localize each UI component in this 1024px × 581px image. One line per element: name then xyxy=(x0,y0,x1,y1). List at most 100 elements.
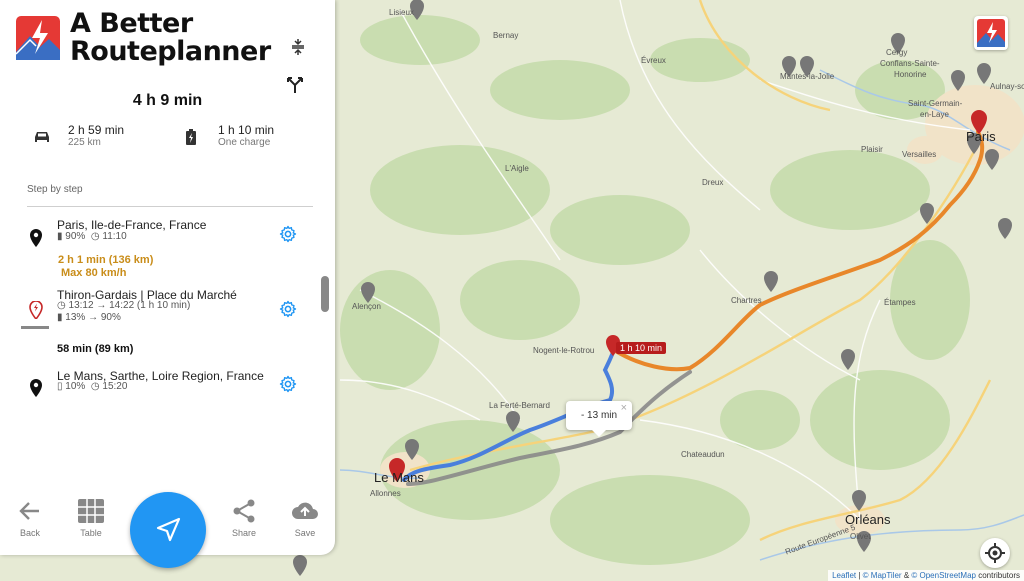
cloud-upload-icon xyxy=(292,502,318,519)
abrp-logo-icon xyxy=(15,16,60,60)
locate-me-button[interactable] xyxy=(980,538,1010,568)
leaflet-link[interactable]: Leaflet xyxy=(832,571,856,580)
save-label: Save xyxy=(294,528,316,538)
town-plaisir: Plaisir xyxy=(861,145,883,154)
drive-stat: 2 h 59 min 225 km xyxy=(33,124,124,149)
town-conflans: Conflans-Sainte- xyxy=(880,59,940,68)
town-allonnes: Allonnes xyxy=(370,489,401,498)
drive-time: 2 h 59 min xyxy=(68,123,125,137)
town-chartres: Chartres xyxy=(731,296,762,305)
brand-line-2: Routeplanner xyxy=(70,36,271,67)
step-by-step-label: Step by step xyxy=(27,184,83,195)
share-label: Share xyxy=(231,528,257,538)
brand-title: A Better Routeplanner xyxy=(70,10,271,66)
stop-destination-soc: 10% xyxy=(65,381,86,392)
stop-destination[interactable]: Le Mans, Sarthe, Loire Region, France ▯ … xyxy=(0,367,320,401)
drive-distance: 225 km xyxy=(68,137,101,148)
abrp-logo-icon xyxy=(977,19,1005,47)
charger-time-in: 13:12 xyxy=(68,300,94,311)
scrollbar-thumb[interactable] xyxy=(321,276,329,312)
town-laferte: La Ferté-Bernard xyxy=(489,401,550,410)
share-button[interactable]: Share xyxy=(219,498,269,538)
stop-charger[interactable]: Thiron-Gardais | Place du Marché ◷ 13:12… xyxy=(0,286,320,330)
gear-icon[interactable] xyxy=(279,225,297,243)
town-evreux: Évreux xyxy=(641,56,666,65)
town-saint-germain: Saint-Germain- xyxy=(908,99,963,108)
battery-icon: ▮ xyxy=(57,231,63,242)
town-mantes: Mantes-la-Jolie xyxy=(780,72,835,81)
town-laigle: L'Aigle xyxy=(505,164,529,173)
route-panel: A Better Routeplanner 4 h 9 min 2 h 59 m… xyxy=(0,0,335,555)
town-en-laye: en-Laye xyxy=(920,110,949,119)
stop-destination-time: 15:20 xyxy=(102,381,128,392)
leg-1-info: 2 h 1 min (136 km) Max 80 km/h xyxy=(58,254,153,280)
abrp-map-logo[interactable] xyxy=(974,16,1008,50)
battery-icon: ▮ xyxy=(57,312,63,323)
town-alencon: Alençon xyxy=(352,302,381,311)
stop-charger-soc: ▮ 13% → 90% xyxy=(57,312,121,323)
town-paris: Paris xyxy=(966,129,996,144)
collapse-button[interactable] xyxy=(290,38,306,61)
battery-icon: ▯ xyxy=(57,381,63,392)
stop-charger-times: ◷ 13:12 → 14:22 (1 h 10 min) xyxy=(57,300,191,311)
stop-destination-meta: ▯ 10% ◷ 15:20 xyxy=(57,381,127,392)
charger-time-out: 14:22 xyxy=(109,300,135,311)
table-button[interactable]: Table xyxy=(66,498,116,538)
brand-line-1: A Better xyxy=(70,8,193,39)
arrow-left-icon xyxy=(19,502,39,520)
charge-time: 1 h 10 min xyxy=(218,123,275,137)
location-pin-icon xyxy=(30,379,42,397)
town-lisieux: Lisieux xyxy=(389,8,414,17)
leg-1-speed: Max 80 km/h xyxy=(61,267,127,279)
table-label: Table xyxy=(80,528,102,538)
attribution-suffix: contributors xyxy=(978,571,1020,580)
map-attribution: Leaflet | © MapTiler & © OpenStreetMap c… xyxy=(828,570,1024,581)
charge-duration-label[interactable]: 1 h 10 min xyxy=(616,342,667,354)
stop-start-meta: ▮ 90% ◷ 11:10 xyxy=(57,231,127,242)
divider xyxy=(27,206,313,207)
crosshair-icon xyxy=(985,543,1005,563)
popup-close-button[interactable]: × xyxy=(621,401,627,415)
leg-2-duration: 58 min (89 km) xyxy=(57,343,134,355)
osm-link[interactable]: © OpenStreetMap xyxy=(911,571,976,580)
alt-route-popup[interactable]: - 13 min × xyxy=(566,401,632,437)
charger-pin-icon xyxy=(29,301,43,319)
town-lemans: Le Mans xyxy=(374,470,424,485)
gear-icon[interactable] xyxy=(279,375,297,393)
charge-count: One charge xyxy=(218,137,271,148)
stop-start-title: Paris, Ile-de-France, France xyxy=(57,218,207,232)
town-etampes: Étampes xyxy=(884,298,916,307)
clock-icon: ◷ xyxy=(57,300,66,311)
town-honorine: Honorine xyxy=(894,70,927,79)
charger-soc-out: 90% xyxy=(100,312,121,323)
table-grid-icon xyxy=(78,499,104,523)
stop-start[interactable]: Paris, Ile-de-France, France ▮ 90% ◷ 11:… xyxy=(0,216,320,250)
collapse-icon xyxy=(292,39,304,55)
charger-duration: (1 h 10 min) xyxy=(136,300,191,311)
total-trip-time: 4 h 9 min xyxy=(132,92,203,109)
charge-level-bar xyxy=(21,326,49,329)
navigation-arrow-icon xyxy=(156,517,181,542)
navigate-button[interactable] xyxy=(130,492,206,568)
town-dreux: Dreux xyxy=(702,178,724,187)
town-aulnay: Aulnay-so xyxy=(990,82,1024,91)
charge-duration-text: 1 h 10 min xyxy=(620,343,663,353)
back-button[interactable]: Back xyxy=(5,498,55,538)
town-olivet: Olivet xyxy=(850,532,871,541)
back-label: Back xyxy=(19,528,40,538)
popup-text: - 13 min xyxy=(580,410,618,421)
charger-soc-in: 13% xyxy=(65,312,86,323)
maptiler-link[interactable]: © MapTiler xyxy=(863,571,902,580)
stop-start-time: 11:10 xyxy=(102,231,127,242)
charge-stat: 1 h 10 min One charge xyxy=(186,124,274,149)
clock-icon: ◷ xyxy=(90,231,100,242)
leg-1-duration: 2 h 1 min (136 km) xyxy=(58,254,154,266)
car-icon xyxy=(35,131,49,142)
stop-start-soc: 90% xyxy=(65,231,86,242)
town-bernay: Bernay xyxy=(493,31,519,40)
save-button[interactable]: Save xyxy=(280,498,330,538)
clock-icon: ◷ xyxy=(90,381,100,392)
share-icon xyxy=(233,499,255,523)
gear-icon[interactable] xyxy=(279,300,297,318)
battery-charging-icon xyxy=(186,128,196,145)
